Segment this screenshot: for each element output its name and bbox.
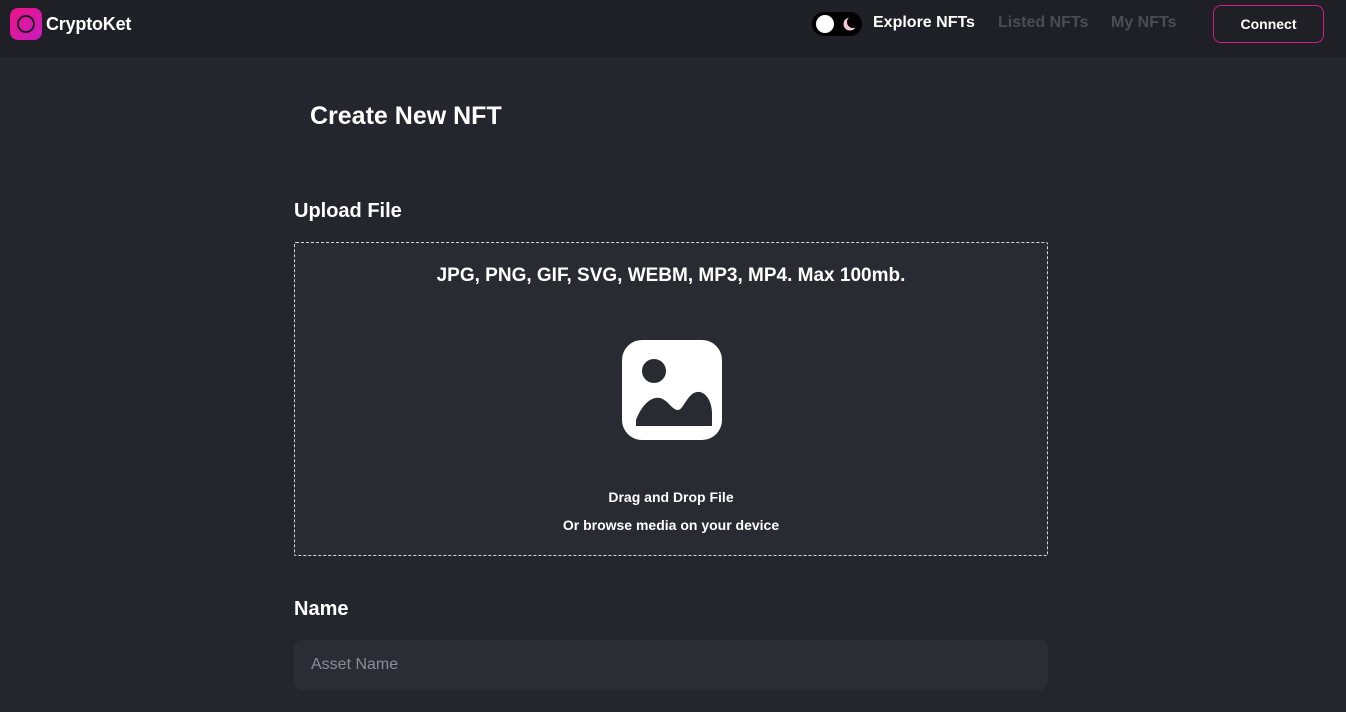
brand-home-link[interactable]: CryptoKet xyxy=(10,8,131,40)
name-field-label: Name xyxy=(294,598,349,620)
upload-file-label: Upload File xyxy=(294,200,402,222)
moon-icon xyxy=(843,16,858,31)
asset-name-input[interactable] xyxy=(294,640,1048,690)
image-icon xyxy=(622,340,722,440)
brand-name: CryptoKet xyxy=(46,13,132,34)
connect-button[interactable]: Connect xyxy=(1213,5,1324,43)
nav-my-nfts[interactable]: My NFTs xyxy=(1111,14,1176,32)
browse-media-text[interactable]: Or browse media on your device xyxy=(295,517,1047,533)
toggle-knob xyxy=(816,15,834,33)
drag-drop-text: Drag and Drop File xyxy=(608,489,734,505)
file-dropzone[interactable]: JPG, PNG, GIF, SVG, WEBM, MP3, MP4. Max … xyxy=(294,242,1048,556)
theme-toggle[interactable] xyxy=(812,12,862,36)
nav-listed-nfts[interactable]: Listed NFTs xyxy=(998,14,1088,32)
nav-explore-nfts[interactable]: Explore NFTs xyxy=(873,14,975,32)
accepted-formats-text: JPG, PNG, GIF, SVG, WEBM, MP3, MP4. Max … xyxy=(436,265,906,286)
logo-icon xyxy=(10,8,42,40)
page-title: Create New NFT xyxy=(310,102,502,130)
navbar: CryptoKet Explore NFTs Listed NFTs My NF… xyxy=(0,0,1346,59)
